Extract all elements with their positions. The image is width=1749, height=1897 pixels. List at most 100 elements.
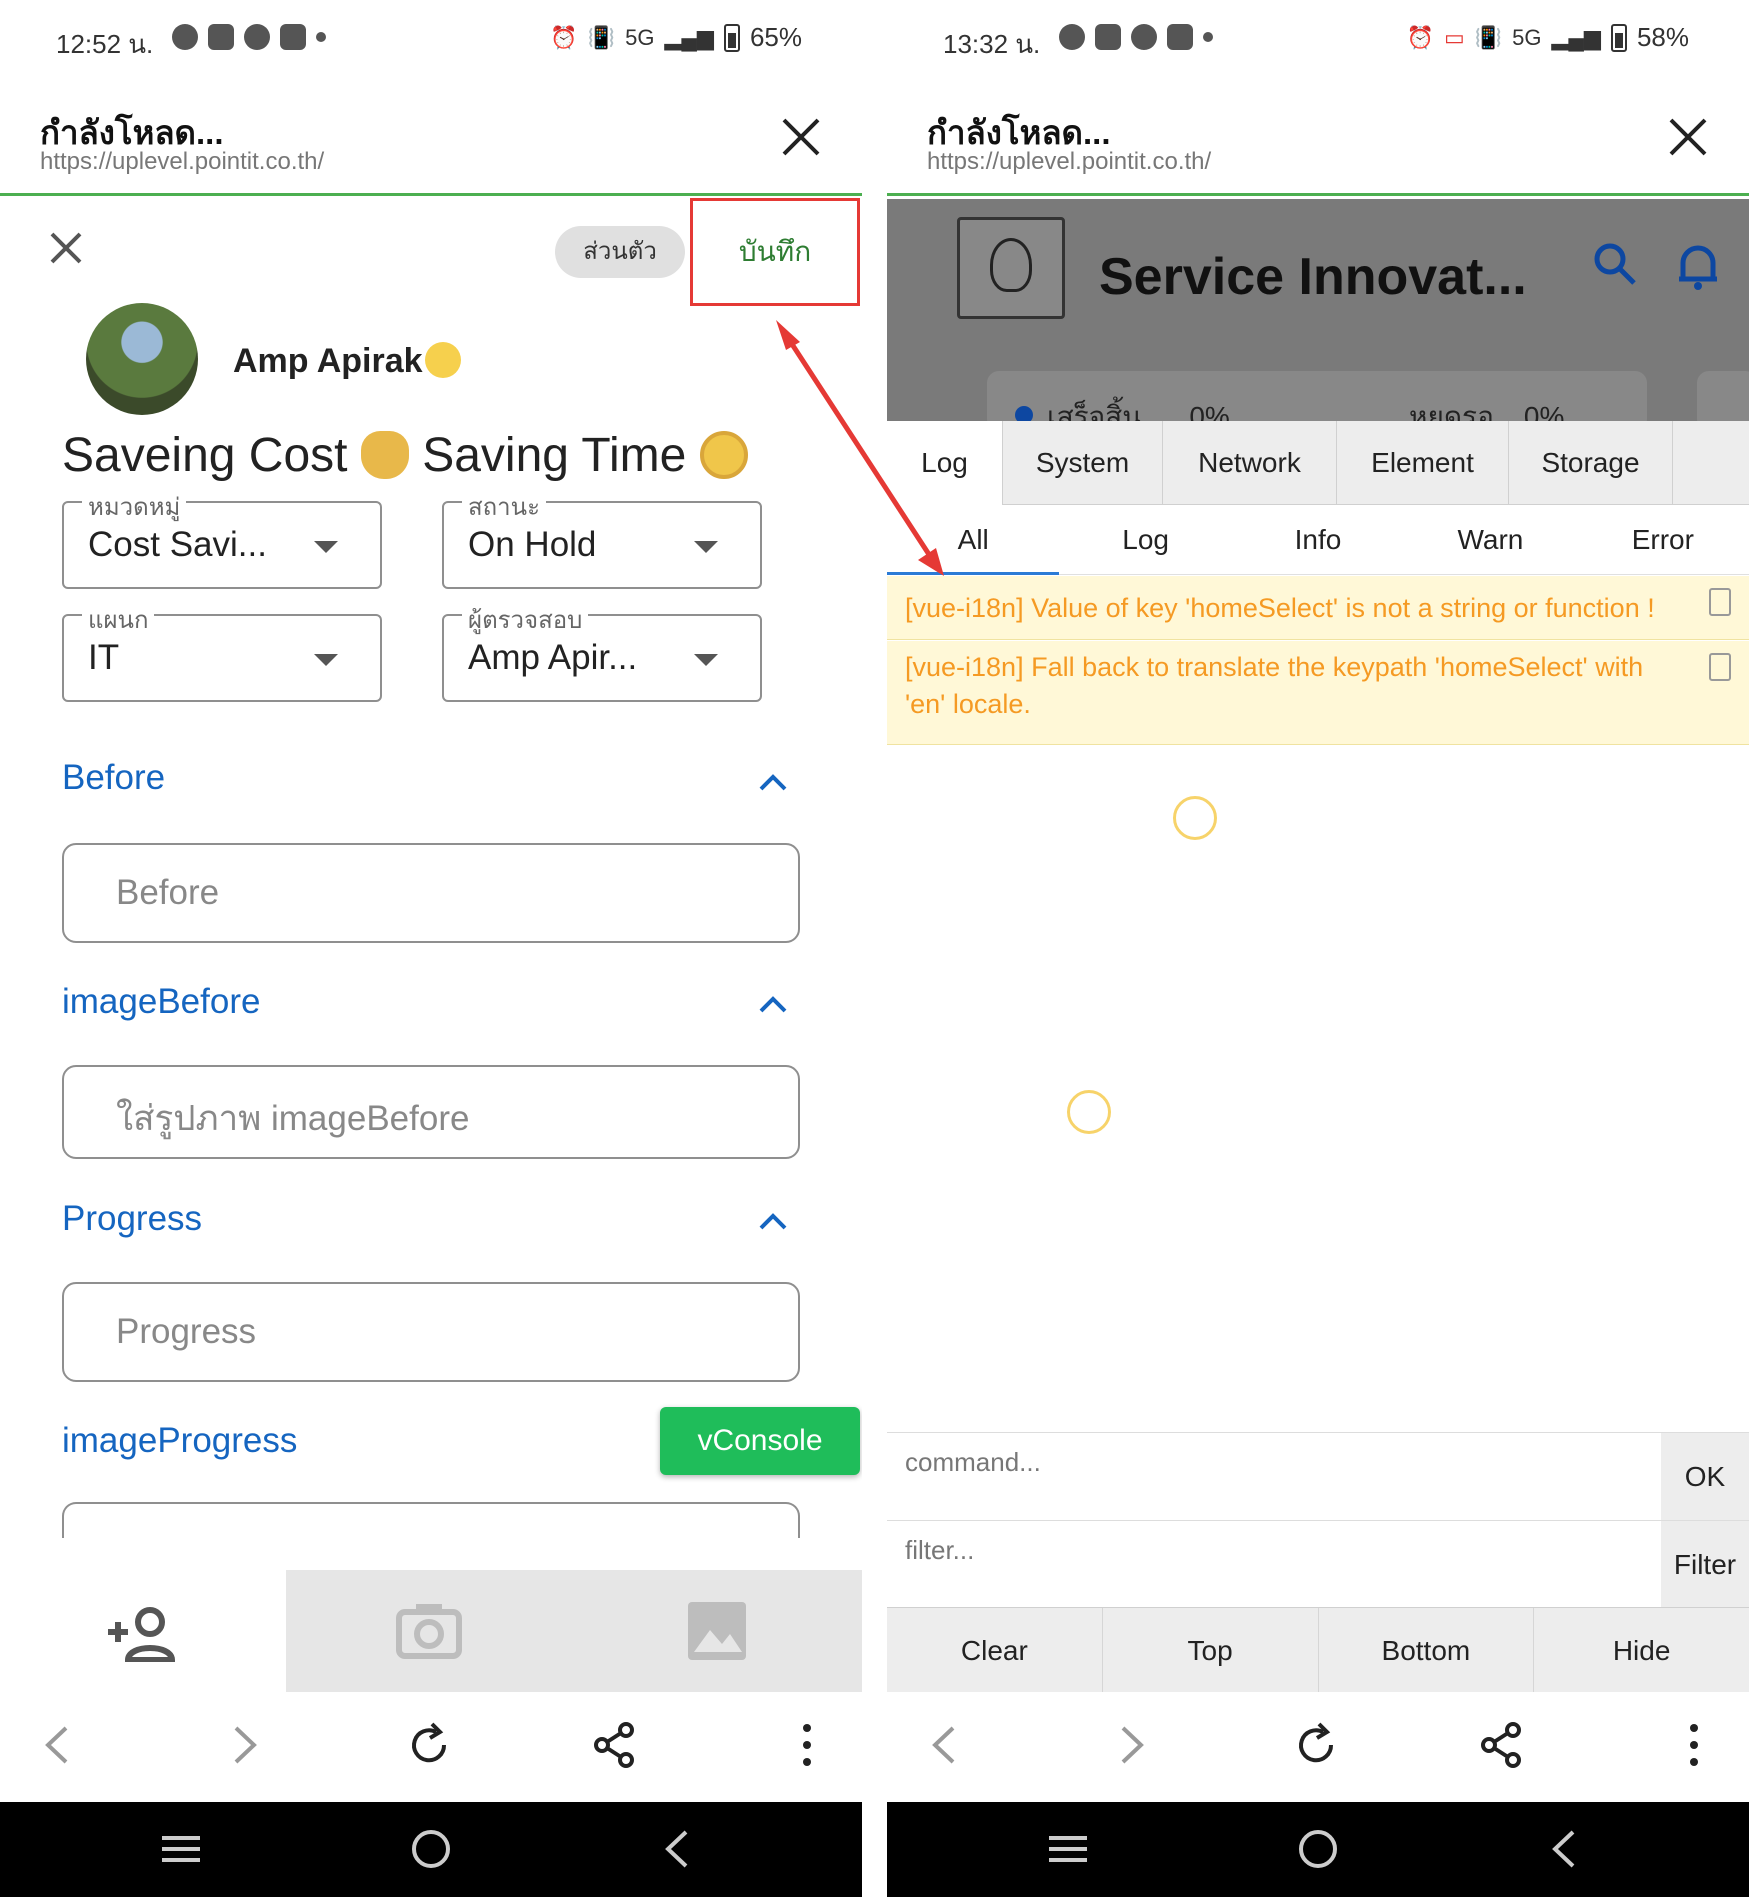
chevron-up-icon[interactable]	[758, 994, 788, 1014]
share-icon[interactable]	[590, 1720, 640, 1770]
tab-network[interactable]: Network	[1163, 421, 1337, 505]
section-imageprogress-title[interactable]: imageProgress	[62, 1421, 297, 1461]
tab-overflow[interactable]	[1673, 421, 1749, 505]
department-label: แผนก	[82, 600, 155, 639]
page-url[interactable]: https://uplevel.pointit.co.th/	[927, 148, 1211, 176]
dropdown-arrow-icon	[314, 541, 338, 553]
chevron-up-icon[interactable]	[758, 772, 788, 792]
department-select[interactable]: แผนก IT	[62, 600, 382, 702]
close-tab-icon[interactable]	[778, 114, 824, 160]
instagram-icon	[1095, 24, 1121, 50]
status-time: 13:32 น.	[943, 29, 1041, 59]
log-entry-text: [vue-i18n] Value of key 'homeSelect' is …	[905, 593, 1655, 623]
subtab-log[interactable]: Log	[1059, 505, 1231, 575]
reviewer-label: ผู้ตรวจสอบ	[462, 600, 589, 639]
recents-icon[interactable]	[156, 1824, 206, 1874]
notification-icons	[1059, 24, 1213, 50]
close-tab-icon[interactable]	[1665, 114, 1711, 160]
lightbulb-icon	[990, 238, 1032, 292]
section-progress-title[interactable]: Progress	[62, 1199, 202, 1239]
imageprogress-input[interactable]	[62, 1502, 800, 1538]
vconsole-tabs: Log System Network Element Storage	[887, 421, 1749, 505]
status-label: สถานะ	[462, 487, 546, 526]
imagebefore-placeholder: ใส่รูปภาพ imageBefore	[116, 1099, 470, 1138]
hide-button[interactable]: Hide	[1534, 1608, 1749, 1693]
system-back-icon[interactable]	[654, 1824, 704, 1874]
alarm-icon: ⏰	[550, 24, 578, 50]
browser-bottom-bar	[887, 1692, 1749, 1802]
privacy-chip[interactable]: ส่วนตัว	[555, 226, 685, 278]
clear-button[interactable]: Clear	[887, 1608, 1103, 1693]
command-input-row: command... OK	[887, 1432, 1749, 1521]
chevron-up-icon[interactable]	[758, 1211, 788, 1231]
save-button[interactable]: บันทึก	[690, 198, 860, 306]
dimmed-page-behind-console: Service Innovat... เสร็จสิ้น 0% หยุดรอ 0%	[887, 199, 1749, 432]
category-select[interactable]: หมวดหมู่ Cost Savi...	[62, 487, 382, 589]
add-person-button[interactable]	[0, 1570, 286, 1692]
reload-icon[interactable]	[1291, 1720, 1341, 1770]
bottom-button[interactable]: Bottom	[1319, 1608, 1535, 1693]
category-value: Cost Savi...	[88, 525, 267, 564]
close-dialog-icon[interactable]	[46, 228, 86, 268]
imagebefore-input[interactable]: ใส่รูปภาพ imageBefore	[62, 1065, 800, 1159]
filter-input[interactable]: filter...	[905, 1535, 974, 1566]
add-person-icon	[108, 1607, 176, 1662]
tab-log[interactable]: Log	[887, 421, 1003, 505]
copy-icon[interactable]	[1709, 588, 1731, 616]
subtab-warn[interactable]: Warn	[1404, 505, 1576, 575]
loading-spinner-icon	[1173, 796, 1217, 840]
custom-tab-toolbar: กำลังโหลด... https://uplevel.pointit.co.…	[887, 92, 1749, 196]
ok-button[interactable]: OK	[1661, 1433, 1749, 1521]
tab-system[interactable]: System	[1003, 421, 1163, 505]
reload-icon[interactable]	[404, 1720, 454, 1770]
top-button[interactable]: Top	[1103, 1608, 1319, 1693]
status-select[interactable]: สถานะ On Hold	[442, 487, 762, 589]
search-icon[interactable]	[1592, 241, 1638, 287]
mail-app-icon	[280, 24, 306, 50]
forward-arrow-icon[interactable]	[218, 1720, 268, 1770]
compass-app-icon	[244, 24, 270, 50]
user-name: Amp Apirak	[233, 342, 461, 381]
left-phone-screen: 12:52 น. ⏰ 📳 5G ▂▄▆ 65% กำลังโหลด... htt…	[0, 0, 862, 1897]
page-url[interactable]: https://uplevel.pointit.co.th/	[40, 148, 324, 176]
reviewer-select[interactable]: ผู้ตรวจสอบ Amp Apir...	[442, 600, 762, 702]
home-icon[interactable]	[406, 1824, 456, 1874]
recents-icon[interactable]	[1043, 1824, 1093, 1874]
vibrate-icon: 📳	[587, 24, 616, 50]
tab-element[interactable]: Element	[1337, 421, 1509, 505]
progress-input[interactable]: Progress	[62, 1282, 800, 1382]
copy-icon[interactable]	[1709, 653, 1731, 681]
more-notifications-dot	[1203, 32, 1213, 42]
subtab-info[interactable]: Info	[1232, 505, 1404, 575]
heading-cost: Saveing Cost	[62, 429, 348, 482]
battery-level: 58%	[1636, 22, 1689, 52]
tab-storage[interactable]: Storage	[1509, 421, 1673, 505]
before-input[interactable]: Before	[62, 843, 800, 943]
notification-bell-icon[interactable]	[1675, 241, 1721, 291]
subtab-error[interactable]: Error	[1577, 505, 1749, 575]
system-back-icon[interactable]	[1541, 1824, 1591, 1874]
system-nav-bar	[0, 1802, 862, 1897]
subtab-all[interactable]: All	[887, 505, 1060, 575]
system-status-icons: ⏰ 📳 5G ▂▄▆ 65%	[550, 22, 802, 53]
section-before-title[interactable]: Before	[62, 758, 165, 798]
filter-button[interactable]: Filter	[1661, 1521, 1749, 1609]
right-phone-screen: 13:32 น. ⏰ ▭ 📳 5G ▂▄▆ 58% กำลังโหลด... h…	[887, 0, 1749, 1897]
camera-icon[interactable]	[396, 1600, 462, 1660]
image-gallery-icon[interactable]	[686, 1600, 748, 1662]
status-time: 12:52 น.	[56, 29, 154, 59]
home-icon[interactable]	[1293, 1824, 1343, 1874]
back-arrow-icon[interactable]	[34, 1720, 84, 1770]
signal-icon: ▂▄▆	[664, 24, 714, 50]
section-imagebefore-title[interactable]: imageBefore	[62, 982, 260, 1022]
vconsole-button[interactable]: vConsole	[660, 1407, 860, 1475]
custom-tab-toolbar: กำลังโหลด... https://uplevel.pointit.co.…	[0, 92, 862, 196]
forward-arrow-icon[interactable]	[1105, 1720, 1155, 1770]
filter-input-row: filter... Filter	[887, 1520, 1749, 1609]
back-arrow-icon[interactable]	[921, 1720, 971, 1770]
overflow-menu-icon[interactable]	[782, 1720, 832, 1770]
share-icon[interactable]	[1477, 1720, 1527, 1770]
grimace-emoji-icon	[424, 342, 461, 378]
command-input[interactable]: command...	[905, 1447, 1041, 1478]
overflow-menu-icon[interactable]	[1669, 1720, 1719, 1770]
